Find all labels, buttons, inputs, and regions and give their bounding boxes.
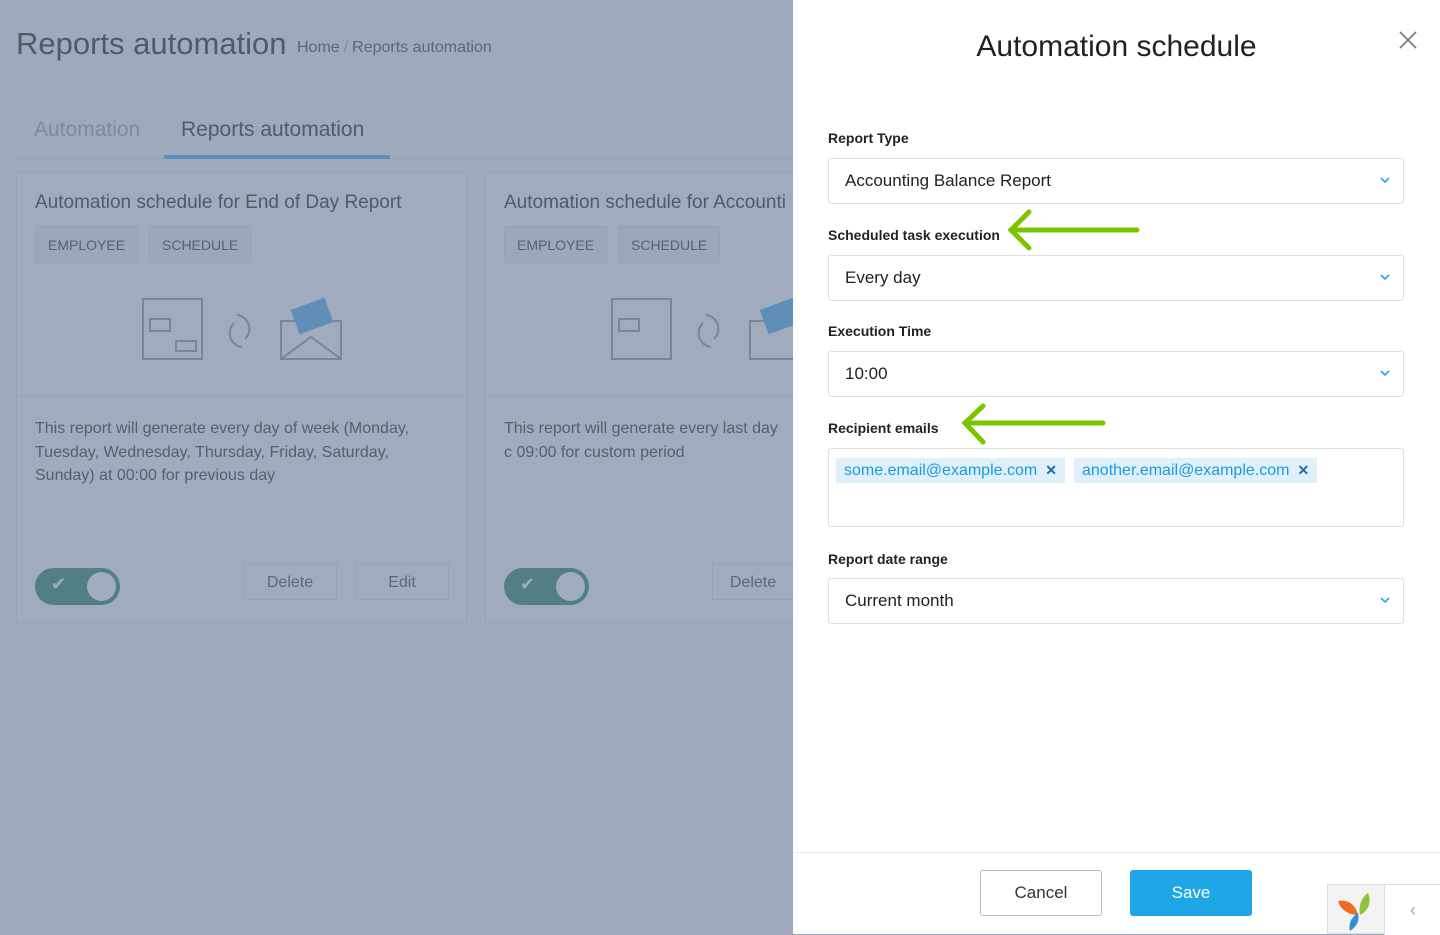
delete-button[interactable]: Delete: [243, 563, 337, 600]
chip-schedule: SCHEDULE: [149, 226, 252, 263]
chevron-down-icon: [1380, 274, 1390, 281]
panel-footer-divider: [793, 852, 1440, 853]
background-page-dimmed: Reports automation Home / Reports automati…: [0, 0, 793, 934]
breadcrumb-home[interactable]: Home: [297, 39, 340, 56]
check-icon: ✔: [520, 574, 536, 594]
automation-card: Automation schedule for End of Day Repor…: [16, 172, 467, 623]
tab-reports-automation[interactable]: Reports automation: [181, 118, 364, 142]
date-range-value: Current month: [845, 591, 954, 610]
panel-title: Automation schedule: [976, 30, 1257, 63]
chevron-down-icon: [1380, 597, 1390, 604]
save-button[interactable]: Save: [1130, 870, 1252, 916]
schedule-select[interactable]: Every day: [828, 255, 1404, 301]
tab-automation[interactable]: Automation: [34, 118, 140, 142]
check-icon: ✔: [51, 574, 67, 594]
recipient-emails-label: Recipient emails: [828, 420, 939, 436]
enable-toggle[interactable]: ✔: [504, 568, 589, 605]
email-text: some.email@example.com: [844, 462, 1038, 479]
page-title: Reports automation: [16, 26, 287, 61]
recipient-emails-input[interactable]: some.email@example.com ✕ another.email@ex…: [828, 448, 1404, 527]
date-range-select[interactable]: Current month: [828, 578, 1404, 624]
card-title: Automation schedule for End of Day Repor…: [35, 192, 402, 213]
automation-card: Automation schedule for Accounti EMPLOYE…: [485, 172, 793, 623]
yii-logo-icon[interactable]: [1328, 885, 1384, 935]
execution-time-select[interactable]: 10:00: [828, 351, 1404, 397]
collapse-toolbar-button[interactable]: ‹: [1384, 885, 1440, 935]
report-email-illustration-icon: [142, 297, 342, 360]
arrow-annotation-icon: [961, 403, 1106, 445]
card-description: This report will generate every last day…: [504, 420, 778, 461]
execution-time-value: 10:00: [845, 364, 888, 383]
report-email-illustration-icon: [611, 297, 793, 360]
schedule-label: Scheduled task execution: [828, 227, 1000, 243]
edit-button[interactable]: Edit: [355, 563, 449, 600]
arrow-annotation-icon: [1007, 209, 1140, 251]
breadcrumb-current: Reports automation: [352, 39, 492, 56]
close-icon[interactable]: [1396, 28, 1420, 52]
card-divider: [486, 395, 793, 396]
breadcrumb: Home / Reports automation: [297, 39, 492, 56]
remove-icon[interactable]: ✕: [1045, 462, 1057, 478]
card-divider: [17, 395, 466, 396]
report-type-value: Accounting Balance Report: [845, 171, 1052, 190]
card-description: This report will generate every day of w…: [35, 420, 410, 484]
delete-button[interactable]: Delete: [712, 563, 793, 600]
date-range-label: Report date range: [828, 551, 948, 567]
chevron-down-icon: [1380, 177, 1390, 184]
enable-toggle[interactable]: ✔: [35, 568, 120, 605]
report-type-label: Report Type: [828, 130, 909, 146]
execution-time-label: Execution Time: [828, 323, 932, 339]
chip-employee: EMPLOYEE: [504, 226, 608, 263]
debug-toolbar: ‹: [1327, 884, 1440, 935]
chevron-down-icon: [1380, 370, 1390, 377]
email-tag: some.email@example.com ✕: [836, 458, 1065, 483]
schedule-value: Every day: [845, 268, 921, 287]
chip-schedule: SCHEDULE: [618, 226, 721, 263]
report-type-select[interactable]: Accounting Balance Report: [828, 158, 1404, 204]
remove-icon[interactable]: ✕: [1297, 462, 1309, 478]
email-tag: another.email@example.com ✕: [1074, 458, 1318, 483]
automation-schedule-panel: Automation schedule Report Type Accounti…: [793, 0, 1440, 934]
card-title: Automation schedule for Accounti: [504, 192, 787, 213]
active-tab-indicator: [164, 155, 390, 159]
tabs: Automation Reports automation: [16, 100, 793, 159]
cancel-button[interactable]: Cancel: [980, 870, 1102, 916]
chip-employee: EMPLOYEE: [35, 226, 139, 263]
email-text: another.email@example.com: [1082, 462, 1290, 479]
